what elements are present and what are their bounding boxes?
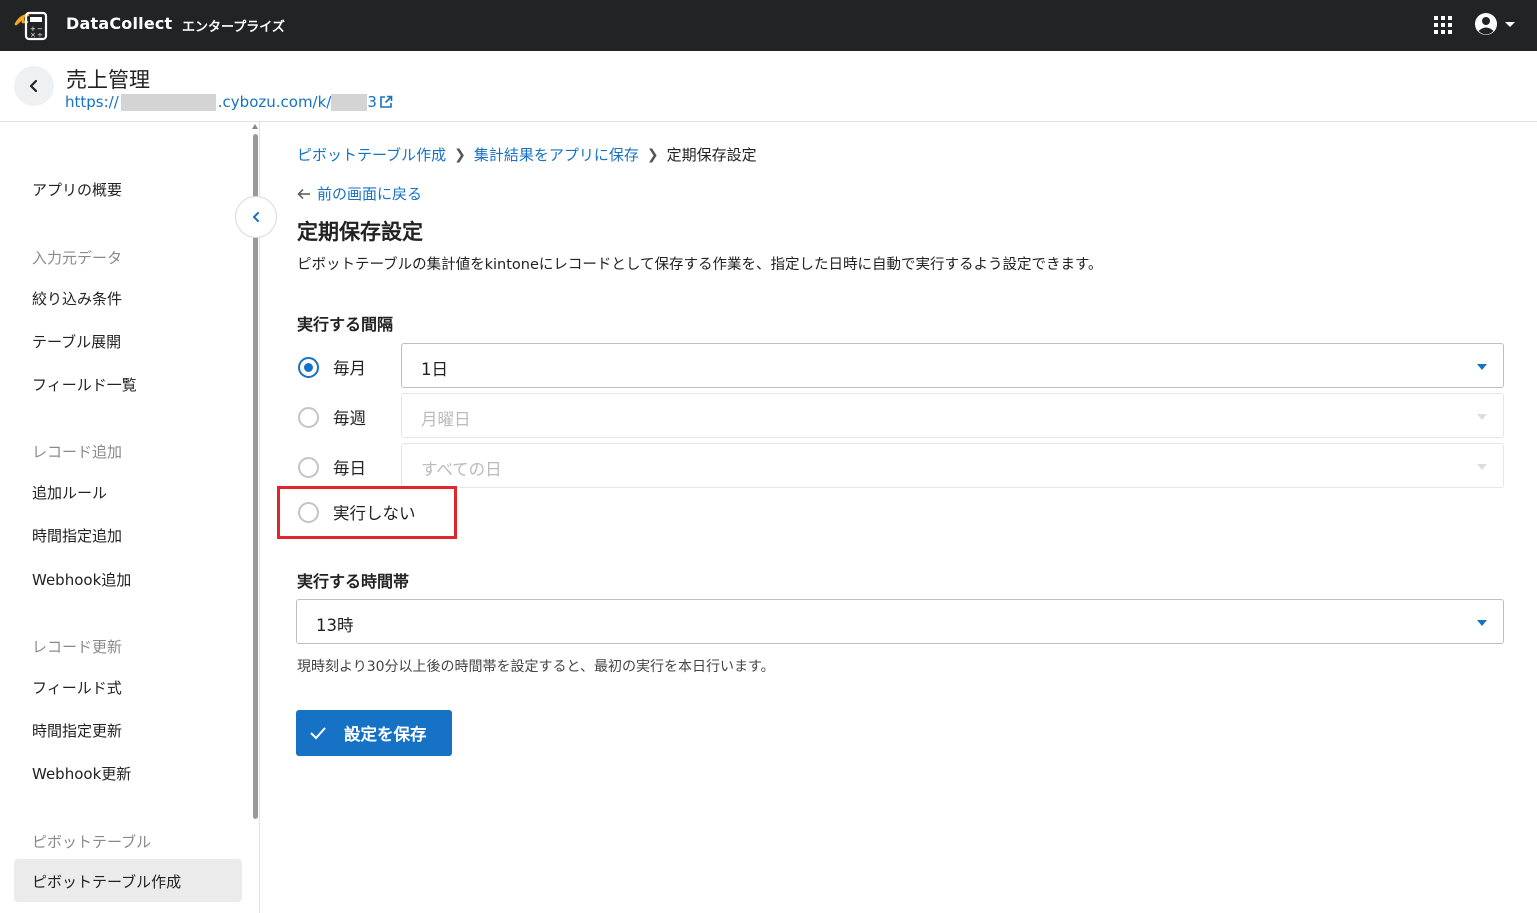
- dropdown-caret-icon: [1477, 464, 1487, 470]
- radio-button[interactable]: [298, 406, 319, 428]
- edition-label: エンタープライズ: [182, 20, 285, 35]
- sidebar-item-overview[interactable]: アプリの概要: [32, 179, 122, 200]
- back-to-previous-link[interactable]: 前の画面に戻る: [297, 183, 422, 204]
- sidebar-item-webhook-update[interactable]: Webhook更新: [32, 763, 131, 784]
- sidebar-item-table-expand[interactable]: テーブル展開: [32, 331, 121, 352]
- sidebar-item-webhook-add[interactable]: Webhook追加: [32, 569, 131, 590]
- chevron-left-icon: [253, 212, 259, 222]
- select-value: 13時: [316, 616, 354, 635]
- app-header: 売上管理 https:// .cybozu.com/k/ 3: [0, 51, 1537, 122]
- save-settings-button[interactable]: 設定を保存: [296, 710, 452, 756]
- top-bar: + − × ÷ DataCollect エンタープライズ: [0, 0, 1537, 51]
- radio-weekly[interactable]: 毎週: [298, 405, 366, 429]
- radio-button-checked[interactable]: [298, 356, 319, 378]
- back-button[interactable]: [14, 66, 54, 106]
- radio-label: 毎週: [333, 409, 366, 428]
- dropdown-caret-icon: [1477, 620, 1487, 626]
- sidebar-item-field-formula[interactable]: フィールド式: [32, 677, 122, 698]
- page-description: ピボットテーブルの集計値をkintoneにレコードとして保存する作業を、指定した…: [297, 257, 1103, 273]
- external-link-icon: [380, 95, 393, 108]
- account-circle-icon[interactable]: [1474, 12, 1518, 38]
- back-link-label: 前の画面に戻る: [317, 185, 423, 203]
- dropdown-caret-icon: [1477, 414, 1487, 420]
- url-suffix: 3: [367, 93, 377, 111]
- radio-label: 毎月: [333, 359, 366, 378]
- sidebar: アプリの概要 入力元データ 絞り込み条件 テーブル展開 フィールド一覧 レコード…: [0, 122, 260, 913]
- svg-text:×: ×: [30, 31, 36, 39]
- radio-label: 毎日: [333, 459, 366, 478]
- select-value: 月曜日: [421, 410, 471, 429]
- sidebar-collapse-button[interactable]: [235, 196, 277, 238]
- time-slot-select[interactable]: 13時: [296, 599, 1504, 644]
- svg-text:÷: ÷: [37, 31, 43, 39]
- sidebar-item-filter[interactable]: 絞り込み条件: [32, 288, 122, 309]
- sidebar-group-record-update: レコード更新: [32, 638, 123, 656]
- breadcrumb: ピボットテーブル作成 ❯ 集計結果をアプリに保存 ❯ 定期保存設定: [297, 144, 757, 165]
- radio-monthly[interactable]: 毎月: [298, 355, 366, 379]
- sidebar-item-scheduled-update[interactable]: 時間指定更新: [32, 720, 122, 741]
- radio-button[interactable]: [298, 501, 319, 523]
- time-heading: 実行する時間帯: [297, 572, 410, 591]
- breadcrumb-save-to-app[interactable]: 集計結果をアプリに保存: [474, 144, 639, 165]
- daily-day-select: すべての日: [401, 443, 1504, 488]
- breadcrumb-pivot-create[interactable]: ピボットテーブル作成: [297, 144, 446, 165]
- select-value: 1日: [421, 360, 448, 379]
- check-icon: [310, 727, 326, 740]
- scroll-up-arrow-icon[interactable]: [252, 124, 258, 129]
- app-title: 売上管理: [66, 68, 150, 92]
- chevron-right-icon: ❯: [646, 146, 659, 163]
- radio-button[interactable]: [298, 456, 319, 478]
- weekly-day-select: 月曜日: [401, 393, 1504, 438]
- sidebar-scrollbar[interactable]: [251, 122, 259, 913]
- app-url-link[interactable]: https:// .cybozu.com/k/ 3: [65, 93, 393, 111]
- breadcrumb-current: 定期保存設定: [666, 146, 757, 164]
- url-prefix: https://: [65, 93, 119, 111]
- sidebar-group-record-add: レコード追加: [32, 443, 123, 461]
- redacted-block: [120, 93, 216, 111]
- sidebar-group-input: 入力元データ: [32, 249, 123, 267]
- chevron-right-icon: ❯: [454, 146, 466, 163]
- save-button-label: 設定を保存: [344, 725, 427, 744]
- time-hint: 現時刻より30分以上後の時間帯を設定すると、最初の実行を本日行います。: [297, 659, 775, 675]
- select-value: すべての日: [421, 460, 502, 479]
- redacted-block: [331, 93, 368, 111]
- datacollect-logo: + − × ÷: [14, 11, 48, 41]
- sidebar-item-field-list[interactable]: フィールド一覧: [32, 374, 137, 395]
- chevron-left-icon: [29, 79, 38, 93]
- monthly-day-select[interactable]: 1日: [401, 343, 1504, 388]
- interval-heading: 実行する間隔: [297, 315, 394, 334]
- sidebar-item-add-rule[interactable]: 追加ルール: [32, 482, 107, 503]
- sidebar-group-pivot: ピボットテーブル: [32, 833, 152, 851]
- page-title: 定期保存設定: [297, 220, 423, 244]
- arrow-left-icon: [297, 188, 310, 199]
- radio-no-run[interactable]: 実行しない: [298, 500, 416, 524]
- sidebar-item-scheduled-add[interactable]: 時間指定追加: [32, 525, 122, 546]
- sidebar-item-label: ピボットテーブル作成: [32, 873, 182, 891]
- radio-label: 実行しない: [333, 504, 416, 523]
- url-middle: .cybozu.com/k/: [217, 93, 332, 111]
- brand-name: DataCollect: [66, 14, 173, 33]
- sidebar-item-pivot-create[interactable]: ピボットテーブル作成: [14, 859, 242, 902]
- radio-daily[interactable]: 毎日: [298, 455, 366, 479]
- dropdown-caret-icon: [1477, 364, 1487, 370]
- grid-apps-icon[interactable]: [1434, 16, 1452, 34]
